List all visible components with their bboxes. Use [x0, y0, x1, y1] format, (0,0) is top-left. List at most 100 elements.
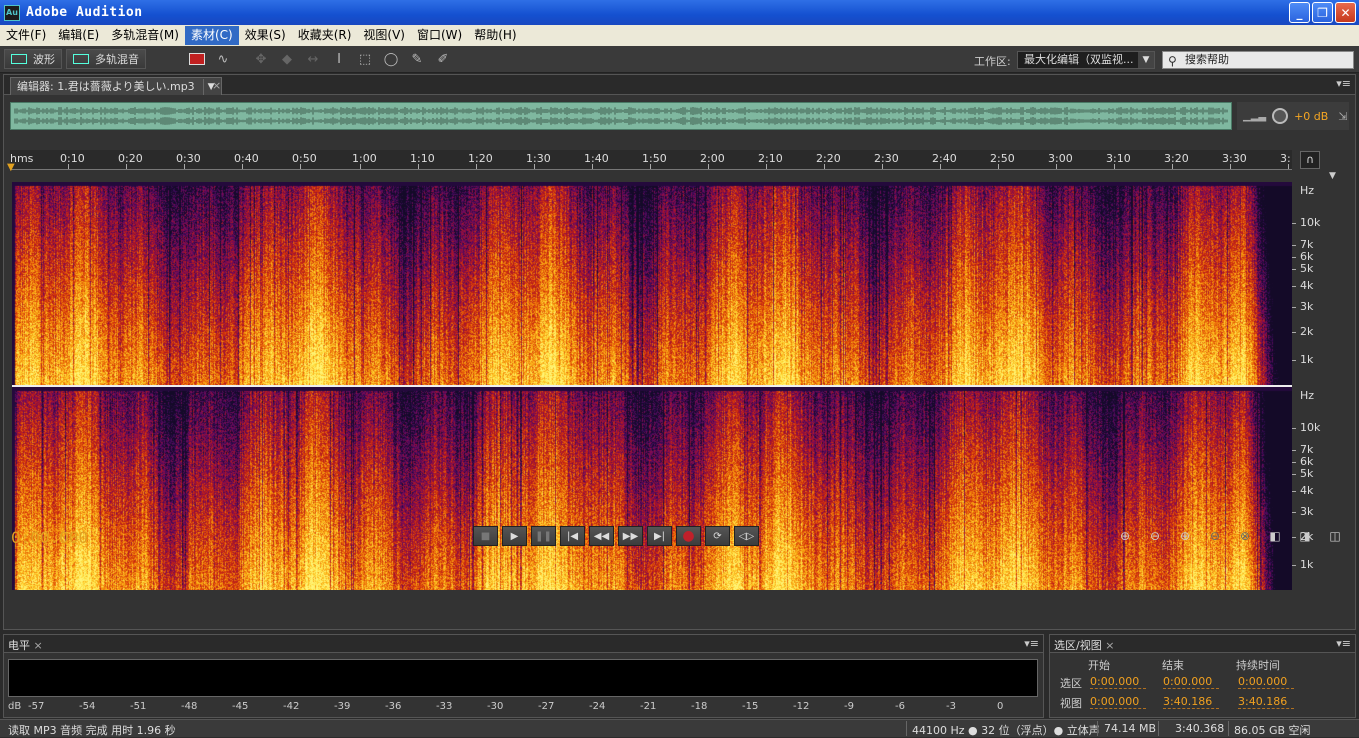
spectrogram-left-channel[interactable] [12, 182, 1292, 385]
ruler-tick [1288, 164, 1289, 169]
move-tool-icon[interactable]: ✥ [250, 49, 272, 69]
spectral-display-button[interactable] [186, 49, 208, 69]
brush-tool-icon[interactable]: ✎ [406, 49, 428, 69]
maximize-button[interactable]: ❐ [1312, 2, 1333, 23]
play-button[interactable]: ▶ [502, 526, 527, 546]
search-icon: ⚲ [1168, 54, 1177, 68]
level-meter [8, 659, 1038, 697]
search-help-input[interactable]: ⚲ 搜索帮助 [1162, 51, 1354, 69]
menu-item-0[interactable]: 文件(F) [0, 26, 52, 45]
zoom-in-amplitude-icon[interactable]: ⊕ [1112, 526, 1138, 546]
playhead-marker-icon[interactable]: ▼ [7, 162, 15, 173]
selection-duration-field[interactable]: 0:00.000 [1238, 675, 1294, 689]
view-duration-field[interactable]: 3:40.186 [1238, 695, 1294, 709]
razor-tool-icon[interactable]: ◆ [276, 49, 298, 69]
close-icon[interactable]: × [1105, 639, 1114, 652]
menu-item-5[interactable]: 收藏夹(R) [292, 26, 358, 45]
ruler-tick [242, 164, 243, 169]
zoom-out-full-icon[interactable]: ⊗ [1232, 526, 1258, 546]
waveform-icon [11, 54, 27, 64]
current-time-display[interactable]: 0:00.000 [11, 528, 88, 547]
volume-knob[interactable] [1272, 108, 1289, 124]
loop-playback-button[interactable]: ⟳ [705, 526, 730, 546]
ruler-tick [184, 164, 185, 169]
move-to-end-button[interactable]: ▶| [647, 526, 672, 546]
selection-view-tab[interactable]: 选区/视图 × [1054, 637, 1114, 653]
close-button[interactable]: ✕ [1335, 2, 1356, 23]
pause-button[interactable]: ❚❚ [531, 526, 556, 546]
menu-item-7[interactable]: 窗口(W) [411, 26, 468, 45]
zoom-selection-icon[interactable]: ◫ [1322, 526, 1348, 546]
menu-item-8[interactable]: 帮助(H) [468, 26, 522, 45]
menu-item-6[interactable]: 视图(V) [357, 26, 411, 45]
ruler-tick [650, 164, 651, 169]
rewind-button[interactable]: ◀◀ [589, 526, 614, 546]
menu-item-1[interactable]: 编辑(E) [52, 26, 105, 45]
view-start-field[interactable]: 0:00.000 [1090, 695, 1146, 709]
waveform-display-button[interactable]: ∿ [212, 49, 234, 69]
zoom-in-point-icon[interactable]: ◧ [1262, 526, 1288, 546]
stop-button[interactable]: ■ [473, 526, 498, 546]
pin-icon[interactable]: ⇲ [1338, 110, 1347, 123]
ruler-tick-label: 2:20 [816, 152, 841, 165]
zoom-out-amplitude-icon[interactable]: ⊖ [1142, 526, 1168, 546]
time-selection-tool-icon[interactable]: I [328, 49, 350, 69]
db-scale-label: -36 [385, 701, 402, 712]
panel-menu-icon[interactable]: ▾≡ [1024, 637, 1039, 650]
zoom-out-time-icon[interactable]: ⊖ [1202, 526, 1228, 546]
close-icon[interactable]: × [34, 639, 43, 652]
headphone-icon[interactable]: ∩ [1300, 151, 1320, 169]
spectrogram-right-channel[interactable] [12, 387, 1292, 590]
minimize-button[interactable]: _ [1289, 2, 1310, 23]
search-placeholder: 搜索帮助 [1185, 53, 1229, 66]
db-scale-label: -6 [895, 701, 905, 712]
move-to-start-button[interactable]: |◀ [560, 526, 585, 546]
status-bar: 读取 MP3 音频 完成 用时 1.96 秒 44100 Hz ● 32 位（浮… [0, 719, 1359, 737]
menu-item-3[interactable]: 素材(C) [184, 26, 239, 45]
levels-panel: 电平 × ▾≡ dB -57 -54 -51 -48 -45 -42 -39 -36 -33 -30… [3, 634, 1044, 718]
selection-start-field[interactable]: 0:00.000 [1090, 675, 1146, 689]
slip-tool-icon[interactable]: ↔ [302, 49, 324, 69]
multitrack-view-button[interactable]: 多轨混音 [66, 49, 146, 69]
row-view-label: 视图 [1060, 697, 1082, 710]
waveform-view-button[interactable]: 波形 [4, 49, 62, 69]
editor-tab-label: 编辑器: 1.君は薔薇より美しい.mp3 [17, 79, 195, 93]
hz-tick [1292, 245, 1296, 246]
volume-db-readout[interactable]: +0 dB [1294, 110, 1328, 123]
status-message: 读取 MP3 音频 完成 用时 1.96 秒 [8, 724, 176, 737]
zoom-out-point-icon[interactable]: ◨ [1292, 526, 1318, 546]
skip-selection-button[interactable]: ◁▷ [734, 526, 759, 546]
hz-tick [1292, 565, 1296, 566]
axis-menu-icon[interactable]: ▼ [1329, 171, 1336, 181]
marquee-tool-icon[interactable]: ⬚ [354, 49, 376, 69]
waveform-overview[interactable] [10, 102, 1232, 130]
ruler-tick [882, 164, 883, 169]
chevron-down-icon: ▼ [1138, 52, 1154, 68]
hz-tick [1292, 491, 1296, 492]
menu-item-2[interactable]: 多轨混音(M) [105, 26, 185, 45]
zoom-in-time-icon[interactable]: ⊕ [1172, 526, 1198, 546]
time-ruler[interactable]: hms ▼ 0:10 0:20 0:30 0:40 0:50 1:00 1:10 1:20 1:… [7, 150, 1292, 173]
menu-item-4[interactable]: 效果(S) [239, 26, 292, 45]
ruler-tick-label: 1:40 [584, 152, 609, 165]
ruler-tick [300, 164, 301, 169]
status-duration: 3:40.368 [1175, 722, 1225, 735]
levels-tab[interactable]: 电平 × [8, 637, 43, 653]
lasso-tool-icon[interactable]: ◯ [380, 49, 402, 69]
ruler-tick-label: 3:30 [1222, 152, 1247, 165]
panel-menu-icon[interactable]: ▾≡ [1336, 77, 1351, 90]
spot-healing-tool-icon[interactable]: ✐ [432, 49, 454, 69]
waveform-label: 波形 [33, 53, 55, 66]
tab-close-icon[interactable]: × [212, 79, 221, 92]
editor-tab[interactable]: 编辑器: 1.君は薔薇より美しい.mp3 ▼ [10, 77, 222, 95]
db-scale-label: -27 [538, 701, 555, 712]
selection-end-field[interactable]: 0:00.000 [1163, 675, 1219, 689]
view-end-field[interactable]: 3:40.186 [1163, 695, 1219, 709]
workspace-select[interactable]: 最大化编辑（双监视... ▼ [1017, 51, 1155, 69]
record-button[interactable]: ● [676, 526, 701, 546]
db-scale-label: -39 [334, 701, 351, 712]
hz-tick-label: 10k [1300, 216, 1321, 229]
db-scale-label: -51 [130, 701, 147, 712]
panel-menu-icon[interactable]: ▾≡ [1336, 637, 1351, 650]
fast-forward-button[interactable]: ▶▶ [618, 526, 643, 546]
